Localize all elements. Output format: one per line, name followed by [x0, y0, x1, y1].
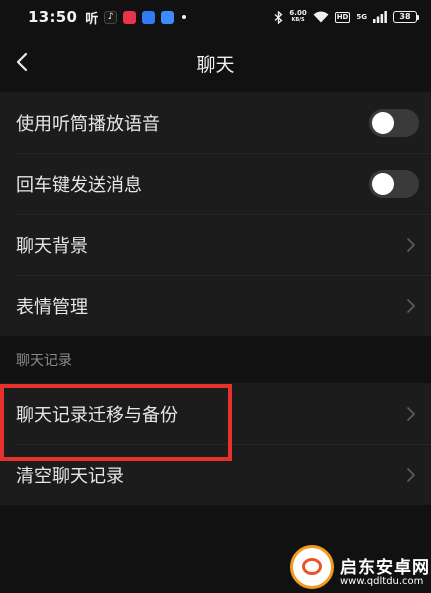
signal-icon: [373, 11, 387, 23]
enter-to-send-toggle[interactable]: [369, 169, 419, 198]
network-type: 5G: [356, 13, 367, 21]
section-header-chat-history: 聊天记录: [16, 353, 72, 369]
tiktok-icon: ♪: [104, 10, 118, 24]
back-button[interactable]: [8, 48, 36, 76]
battery-cap: [417, 14, 419, 20]
chevron-left-icon: [16, 52, 28, 72]
net-speed: 6.00 KB/S: [289, 10, 306, 24]
status-time: 13:50: [28, 8, 78, 26]
row-label: 使用听筒播放语音: [16, 113, 160, 135]
nav-bar: 聊天: [0, 34, 431, 92]
hd-badge: HD: [334, 11, 351, 23]
net-speed-value: 6.00: [289, 9, 307, 17]
music-app-icon: [123, 10, 137, 24]
bluetooth-icon: [274, 10, 283, 24]
ting-icon: 听: [85, 11, 99, 27]
status-bar: 13:50 听 ♪ 6.00 KB/S HD 5G 38: [0, 0, 431, 34]
chevron-right-icon: [407, 237, 415, 252]
row-label: 聊天记录迁移与备份: [16, 404, 178, 426]
screen: 13:50 听 ♪ 6.00 KB/S HD 5G 38 聊天 使用听筒播放语音…: [0, 0, 431, 593]
row-label: 表情管理: [16, 296, 88, 318]
chevron-right-icon: [407, 298, 415, 313]
blue-app-icon: [142, 10, 156, 24]
battery-level: 38: [393, 11, 417, 23]
watermark: 启东安卓网 www.qdltdu.com: [290, 545, 431, 593]
row-label: 清空聊天记录: [16, 465, 124, 487]
settings-group-general: 使用听筒播放语音 回车键发送消息 聊天背景 表情管理: [0, 92, 431, 336]
status-app-icons: 听 ♪: [85, 8, 187, 27]
watermark-url: www.qdltdu.com: [340, 576, 424, 587]
row-earpiece-playback[interactable]: 使用听筒播放语音: [0, 92, 431, 153]
page-title: 聊天: [196, 53, 235, 76]
toggle-knob: [372, 172, 394, 195]
chevron-right-icon: [407, 406, 415, 421]
row-enter-to-send[interactable]: 回车键发送消息: [0, 153, 431, 214]
row-label: 聊天背景: [16, 235, 88, 257]
earpiece-playback-toggle[interactable]: [369, 108, 419, 137]
watermark-logo-icon: [290, 545, 334, 589]
battery-icon: 38: [393, 11, 419, 23]
settings-group-chat-history: 聊天记录迁移与备份 清空聊天记录: [0, 383, 431, 505]
row-migrate-backup[interactable]: 聊天记录迁移与备份: [0, 383, 431, 444]
watermark-logo-mark: [302, 558, 322, 575]
toggle-knob: [372, 111, 394, 134]
row-sticker-management[interactable]: 表情管理: [0, 275, 431, 336]
baidu-app-icon: [161, 10, 175, 24]
more-notifications-icon: [182, 15, 187, 19]
watermark-name: 启东安卓网: [340, 558, 430, 578]
row-label: 回车键发送消息: [16, 174, 142, 196]
chevron-right-icon: [407, 467, 415, 482]
net-speed-unit: KB/S: [291, 17, 305, 23]
row-clear-history[interactable]: 清空聊天记录: [0, 444, 431, 505]
row-chat-background[interactable]: 聊天背景: [0, 214, 431, 275]
status-right-icons: 6.00 KB/S HD 5G 38: [274, 10, 419, 24]
wifi-icon: [313, 11, 329, 23]
